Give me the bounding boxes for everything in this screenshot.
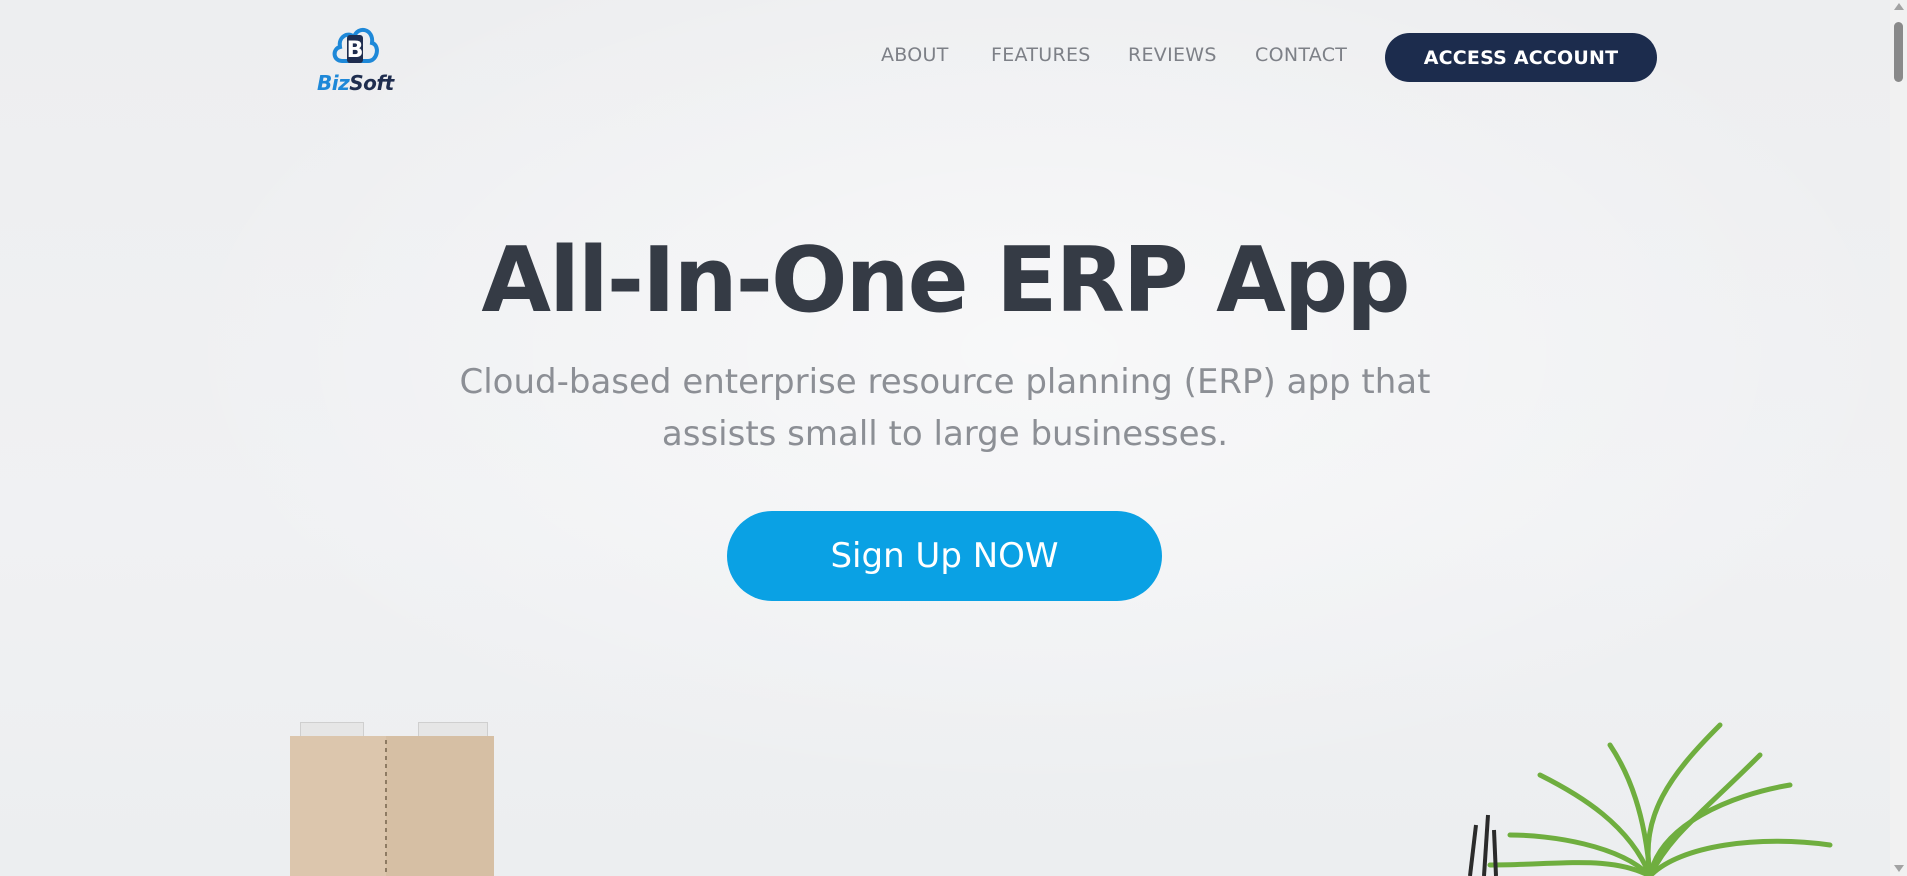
nav-contact[interactable]: CONTACT — [1255, 44, 1347, 66]
page-background: B BizSoft ABOUT FEATURES REVIEWS CONTACT… — [0, 0, 1890, 876]
brand-name: BizSoft — [317, 71, 394, 95]
wooden-box-decoration — [290, 736, 390, 876]
nav-reviews[interactable]: REVIEWS — [1128, 44, 1217, 66]
plant-decoration — [1468, 722, 1833, 876]
nav-features[interactable]: FEATURES — [991, 44, 1091, 66]
box-seam-decoration — [385, 740, 387, 876]
vertical-scrollbar[interactable] — [1890, 0, 1907, 876]
brand-logo[interactable]: B BizSoft — [316, 21, 396, 95]
cloud-b-logo-icon: B — [332, 27, 379, 63]
wooden-box-decoration — [386, 736, 494, 876]
svg-text:B: B — [347, 38, 364, 63]
sign-up-button[interactable]: Sign Up NOW — [727, 511, 1162, 601]
nav-about[interactable]: ABOUT — [881, 44, 949, 66]
scroll-down-icon[interactable] — [1894, 865, 1904, 872]
scrollbar-thumb[interactable] — [1894, 22, 1903, 82]
scroll-up-icon[interactable] — [1894, 3, 1904, 10]
hero-title: All-In-One ERP App — [481, 228, 1410, 333]
hero-subtitle: Cloud-based enterprise resource planning… — [459, 362, 1431, 454]
access-account-button[interactable]: ACCESS ACCOUNT — [1385, 33, 1657, 82]
